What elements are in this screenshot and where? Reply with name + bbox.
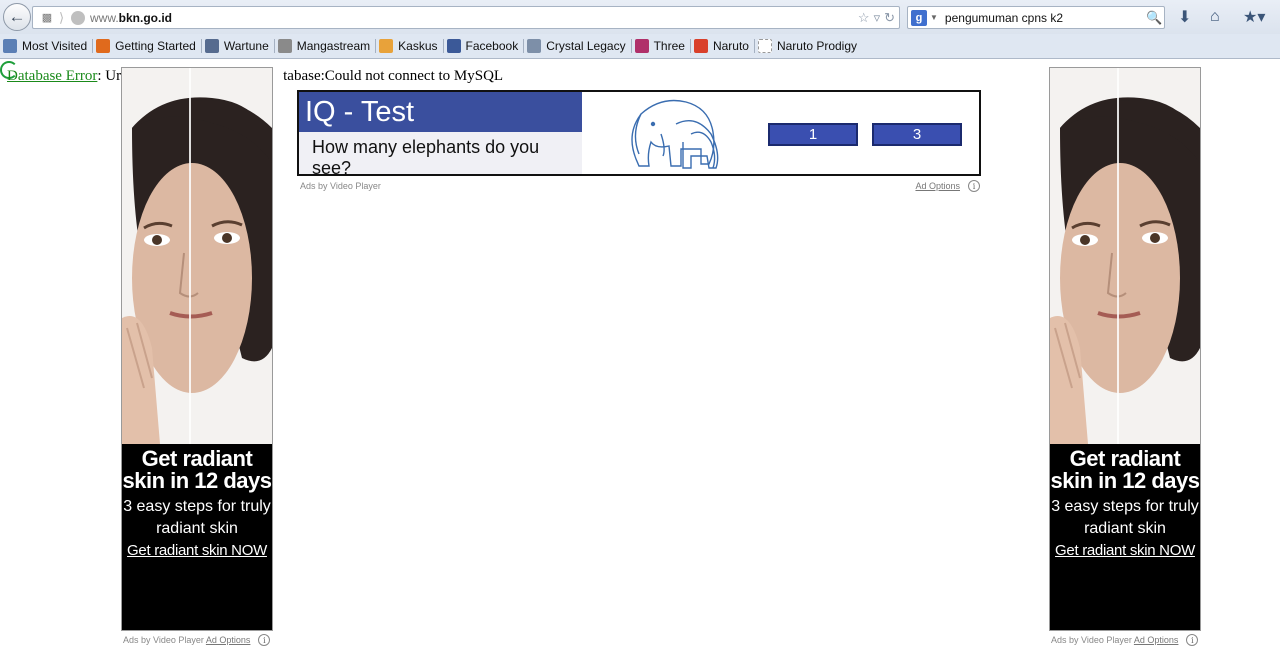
ad-face-image (122, 68, 272, 444)
kaskus-icon (379, 39, 394, 53)
globe-icon (71, 10, 85, 25)
bookmark-label: Most Visited (22, 39, 88, 53)
bookmark-item[interactable]: Wartune (202, 35, 274, 57)
ad-subline: 3 easy steps for truly radiant skin (1051, 498, 1199, 537)
firefox-icon (96, 39, 111, 53)
crystal-legacy-icon (527, 39, 542, 53)
identity-separator-icon: ⟩ (59, 9, 65, 25)
site-identity-icon[interactable]: ▩ (35, 7, 59, 28)
bookmark-label: Crystal Legacy (546, 39, 626, 53)
bookmark-item[interactable]: Kaskus (376, 35, 442, 57)
left-skyscraper-ad[interactable]: Get radiant skin in 12 days 3 easy steps… (121, 67, 273, 631)
back-arrow-icon: ← (8, 7, 26, 26)
bookmark-label: Naruto (712, 39, 749, 53)
mangastream-icon (277, 39, 292, 53)
bookmark-item[interactable]: Facebook (444, 35, 524, 57)
iq-test-ad[interactable]: IQ - Test How many elephants do you see?… (297, 90, 981, 178)
ad-info-icon[interactable]: i (1186, 634, 1199, 646)
bookmark-item[interactable]: Crystal Legacy (524, 35, 630, 57)
ad-headline: Get radiant skin in 12 days (1050, 446, 1200, 493)
ad-options-link[interactable]: Ad Options (915, 181, 960, 191)
ad-info-icon[interactable]: i (968, 180, 980, 192)
bookmark-item[interactable]: Mangastream (275, 35, 375, 57)
search-input[interactable]: pengumuman cpns k2 (945, 11, 1146, 25)
bookmarks-toolbar: Most Visited Getting Started Wartune Mangas… (0, 34, 1280, 59)
iq-answer-1-button[interactable]: 1 (768, 123, 858, 146)
bookmark-item[interactable]: Three (632, 35, 690, 57)
iq-answer-3-button[interactable]: 3 (872, 123, 962, 146)
ad-cta-link[interactable]: Get radiant skin NOW (1050, 542, 1200, 559)
iq-ad-title: IQ - Test (299, 92, 582, 132)
ad-subline: 3 easy steps for truly radiant skin (123, 498, 271, 537)
home-icon[interactable]: ⌂ (1210, 8, 1220, 26)
back-button[interactable]: ← (3, 3, 31, 31)
right-skyscraper-ad[interactable]: Get radiant skin in 12 days 3 easy steps… (1049, 67, 1201, 631)
right-ad-footer: Ads by Video Player Ad Options i (1051, 634, 1199, 646)
bookmark-label: Mangastream (296, 39, 371, 53)
bookmark-label: Wartune (223, 39, 269, 53)
url-actions: ☆ ▿ ↻ (858, 10, 895, 26)
bookmark-item[interactable]: Naruto Prodigy (755, 35, 862, 57)
engine-dropdown-icon[interactable]: ▼ (930, 13, 938, 22)
search-magnifier-icon[interactable]: 🔍 (1146, 10, 1164, 26)
ad-face-image (1050, 68, 1200, 444)
bookmark-label: Naruto Prodigy (776, 39, 858, 53)
bookmark-label: Getting Started (115, 39, 196, 53)
ad-headline: Get radiant skin in 12 days (122, 446, 272, 493)
ad-cta-link[interactable]: Get radiant skin NOW (122, 542, 272, 559)
search-bar[interactable]: g ▼ pengumuman cpns k2 🔍 (907, 6, 1165, 29)
three-icon (634, 39, 649, 53)
blank-page-icon (757, 39, 772, 53)
elephants-illustration-icon (631, 99, 719, 169)
left-ad-footer: Ads by Video Player Ad Options i (123, 634, 271, 646)
ad-info-icon[interactable]: i (258, 634, 271, 646)
center-ad-footer: Ads by Video Player Ad Options i (300, 180, 980, 192)
bookmark-label: Kaskus (398, 39, 438, 53)
bookmarks-menu-icon[interactable]: ★▾ (1243, 8, 1265, 26)
most-visited-icon (3, 39, 17, 53)
history-dropdown-icon[interactable]: ▿ (874, 10, 881, 26)
database-error-link[interactable]: Database Error (7, 68, 97, 84)
wartune-icon (204, 39, 219, 53)
downloads-icon[interactable]: ⬇ (1178, 8, 1191, 26)
ad-options-link[interactable]: Ad Options (206, 635, 251, 645)
bookmark-item[interactable]: Naruto (691, 35, 754, 57)
address-bar[interactable]: ▩ ⟩ www.bkn.go.id ☆ ▿ ↻ (32, 6, 900, 29)
ad-options-link[interactable]: Ad Options (1134, 635, 1179, 645)
navigation-toolbar: ← ▩ ⟩ www.bkn.go.id ☆ ▿ ↻ g ▼ pengumuman… (0, 0, 1280, 34)
bookmark-item[interactable]: Getting Started (93, 35, 201, 57)
reload-icon[interactable]: ↻ (884, 10, 895, 26)
naruto-icon (693, 39, 708, 53)
ad-copy: Get radiant skin in 12 days 3 easy steps… (122, 446, 272, 560)
url-text[interactable]: www.bkn.go.id (90, 11, 858, 25)
bookmark-label: Facebook (465, 39, 519, 53)
iq-ad-question: How many elephants do you see? (299, 132, 582, 178)
ad-copy: Get radiant skin in 12 days 3 easy steps… (1050, 446, 1200, 560)
bookmark-star-icon[interactable]: ☆ (858, 10, 870, 26)
facebook-icon (446, 39, 461, 53)
google-icon[interactable]: g (911, 9, 927, 26)
bookmark-item[interactable]: Most Visited (0, 35, 92, 57)
bookmark-label: Three (653, 39, 685, 53)
